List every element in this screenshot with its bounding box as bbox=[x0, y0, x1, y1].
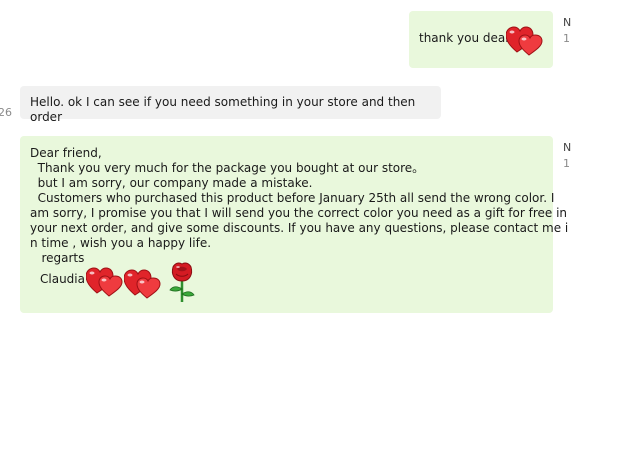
message-line: but I am sorry, our company made a mista… bbox=[30, 176, 313, 190]
double-heart-icon bbox=[505, 26, 544, 60]
timestamp-fragment: 26 bbox=[0, 106, 12, 119]
signature-name: Claudia bbox=[40, 272, 85, 286]
timestamp-fragment: 1 bbox=[563, 157, 570, 170]
message-line: Customers who purchased this product bef… bbox=[30, 191, 555, 205]
message-bubble-sent[interactable]: Dear friend, Thank you very much for the… bbox=[20, 136, 569, 313]
message-line: your next order, and give some discounts… bbox=[30, 221, 569, 235]
contact-name-fragment: N bbox=[563, 16, 572, 29]
message-line: regarts bbox=[30, 251, 85, 265]
contact-name-fragment: N bbox=[563, 141, 572, 154]
message-bubble-sent[interactable]: thank you dear bbox=[409, 11, 553, 68]
double-heart-icon bbox=[85, 267, 124, 301]
rose-icon bbox=[167, 261, 197, 307]
signature-row: Claudia bbox=[30, 262, 543, 307]
message-line: Dear friend, bbox=[30, 146, 102, 160]
message-line: n time , wish you a happy life. bbox=[30, 236, 212, 250]
message-text: Hello. ok I can see if you need somethin… bbox=[30, 95, 416, 124]
double-heart-icon bbox=[123, 269, 162, 303]
message-line: Thank you very much for the package you … bbox=[30, 161, 425, 175]
message-text: thank you dear bbox=[419, 31, 511, 45]
message-bubble-received[interactable]: Hello. ok I can see if you need somethin… bbox=[20, 86, 441, 124]
message-line: am sorry, I promise you that I will send… bbox=[30, 206, 568, 220]
timestamp-fragment: 1 bbox=[563, 32, 570, 45]
